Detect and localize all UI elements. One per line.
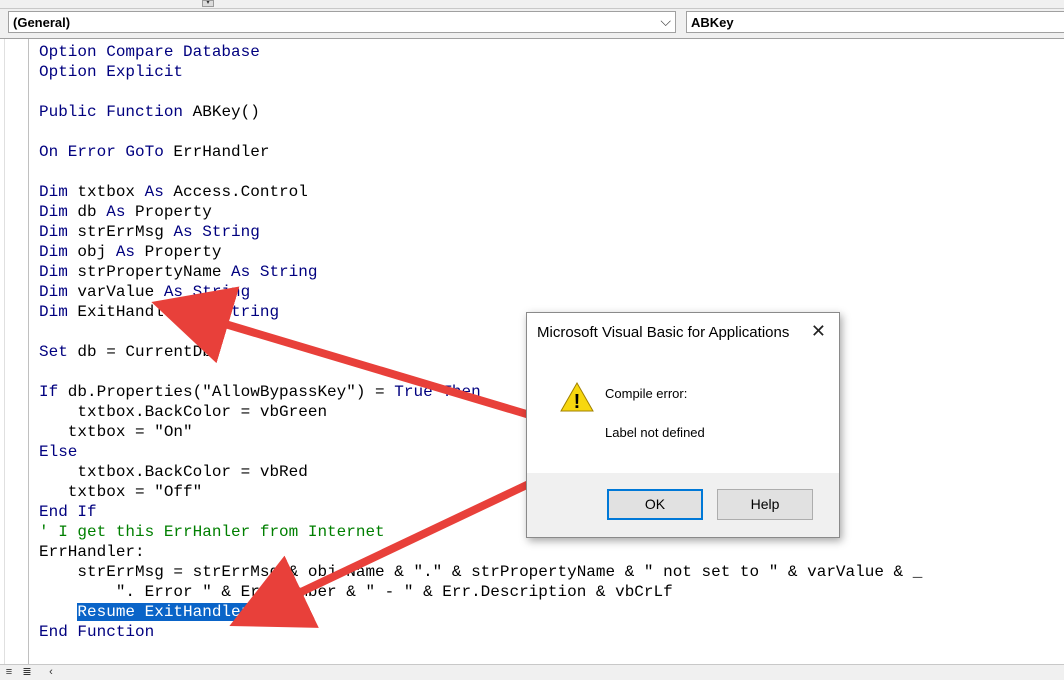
code-token: Dim xyxy=(39,203,68,221)
code-line: Set db = CurrentDb xyxy=(39,343,212,361)
code-line: End Function xyxy=(39,623,154,641)
code-token: txtbox = "On" xyxy=(39,423,193,441)
code-token: Access.Control xyxy=(163,183,308,201)
code-token: As xyxy=(106,203,126,221)
procedure-combobox-value: ABKey xyxy=(691,15,734,30)
code-token: Option Explicit xyxy=(39,63,184,81)
code-token: ABKey() xyxy=(183,103,260,121)
code-token: db.Properties("AllowBypassKey") = xyxy=(58,383,395,401)
warning-icon: ! xyxy=(560,381,594,413)
warning-icon-glyph: ! xyxy=(574,391,581,413)
code-token: End Function xyxy=(39,623,155,641)
ok-button[interactable]: OK xyxy=(607,489,703,520)
code-line: Public Function ABKey() xyxy=(39,103,260,121)
code-token: Property xyxy=(135,243,222,261)
code-line: On Error GoTo ErrHandler xyxy=(39,143,269,161)
code-token: ' I get this ErrHanler from Internet xyxy=(39,523,385,541)
code-token: ". Error " & Err.Number & " - " & Err.De… xyxy=(39,583,673,601)
full-module-view-icon[interactable]: ≣ xyxy=(20,666,34,678)
code-token: obj xyxy=(67,243,116,261)
selected-code-text: Resume ExitHandler xyxy=(77,603,251,621)
code-token: Set xyxy=(39,343,68,361)
code-token: strPropertyName xyxy=(67,263,232,281)
code-token: db xyxy=(67,203,107,221)
scroll-left-icon[interactable]: ‹ xyxy=(44,666,58,678)
procedure-combobox[interactable]: ABKey xyxy=(686,11,1064,33)
object-combobox-value: (General) xyxy=(13,15,71,30)
code-token: Dim xyxy=(39,183,68,201)
code-token: As String xyxy=(163,283,251,301)
code-token: ErrHandler: xyxy=(39,543,145,561)
code-line: End If xyxy=(39,503,97,521)
code-line: txtbox.BackColor = vbRed xyxy=(39,463,308,481)
code-token: Dim xyxy=(39,263,68,281)
toolbar-dropdown-grip[interactable]: ▾ xyxy=(202,0,214,7)
code-line: Resume ExitHandler xyxy=(39,603,251,621)
code-token: As xyxy=(144,183,164,201)
code-token: Dim xyxy=(39,283,68,301)
code-token: Dim xyxy=(39,243,68,261)
error-message: Label not defined xyxy=(605,425,705,440)
object-combobox[interactable]: (General) ⌵ xyxy=(8,11,676,33)
code-token: On Error GoTo xyxy=(39,143,164,161)
code-token: strErrMsg xyxy=(67,223,174,241)
code-line: strErrMsg = strErrMsg & obj.Name & "." &… xyxy=(39,563,922,581)
code-token: ErrHandler xyxy=(163,143,270,161)
procedure-view-icon[interactable]: ≡ xyxy=(2,666,16,678)
code-token: If xyxy=(39,383,59,401)
code-token: Option Compare Database xyxy=(39,43,260,61)
code-token: Public Function xyxy=(39,103,184,121)
error-heading: Compile error: xyxy=(605,386,688,401)
code-token: As String xyxy=(192,303,280,321)
code-token: varValue xyxy=(67,283,164,301)
code-token: txtbox.BackColor = vbRed xyxy=(39,463,308,481)
code-token: strErrMsg = strErrMsg & obj.Name & "." &… xyxy=(39,563,923,581)
chevron-down-icon[interactable]: ⌵ xyxy=(660,13,671,30)
code-line: ". Error " & Err.Number & " - " & Err.De… xyxy=(39,583,673,601)
code-line: Option Explicit xyxy=(39,63,183,81)
code-token: Property xyxy=(125,203,212,221)
code-line: txtbox.BackColor = vbGreen xyxy=(39,403,327,421)
code-token: txtbox xyxy=(67,183,145,201)
code-token: As String xyxy=(231,263,318,281)
code-line: Dim ExitHandler As String xyxy=(39,303,279,321)
code-token: db = CurrentDb xyxy=(67,343,212,361)
code-line: If db.Properties("AllowBypassKey") = Tru… xyxy=(39,383,481,401)
code-line: txtbox = "On" xyxy=(39,423,193,441)
code-token: As String xyxy=(173,223,260,241)
code-line: ' I get this ErrHanler from Internet xyxy=(39,523,385,541)
code-line: Dim db As Property xyxy=(39,203,212,221)
code-token: Dim xyxy=(39,303,68,321)
code-line: Dim obj As Property xyxy=(39,243,221,261)
horizontal-scrollbar[interactable]: ≡ ≣ ‹ xyxy=(0,664,1064,680)
margin-divider xyxy=(4,39,5,665)
code-token: As xyxy=(115,243,136,261)
code-line: Dim txtbox As Access.Control xyxy=(39,183,308,201)
dialog-title: Microsoft Visual Basic for Applications xyxy=(537,324,790,341)
code-line: Option Compare Database xyxy=(39,43,260,61)
code-line: Dim strErrMsg As String xyxy=(39,223,260,241)
code-line: ErrHandler: xyxy=(39,543,145,561)
code-token: Dim xyxy=(39,223,68,241)
code-token: txtbox = "Off" xyxy=(39,483,203,501)
code-line: Dim strPropertyName As String xyxy=(39,263,317,281)
code-token: ExitHandler xyxy=(67,303,193,321)
help-button[interactable]: Help xyxy=(717,489,813,520)
code-line: Dim varValue As String xyxy=(39,283,250,301)
compile-error-dialog: Microsoft Visual Basic for Applications … xyxy=(526,312,840,538)
code-line: Else xyxy=(39,443,77,461)
code-line: txtbox = "Off" xyxy=(39,483,202,501)
toolbar-strip: ▾ xyxy=(0,0,1064,9)
code-token: Else xyxy=(39,443,78,461)
code-token: True Then xyxy=(394,383,481,401)
code-token: End If xyxy=(39,503,97,521)
close-icon[interactable]: ✕ xyxy=(811,321,826,342)
code-token: txtbox.BackColor = vbGreen xyxy=(39,403,328,421)
